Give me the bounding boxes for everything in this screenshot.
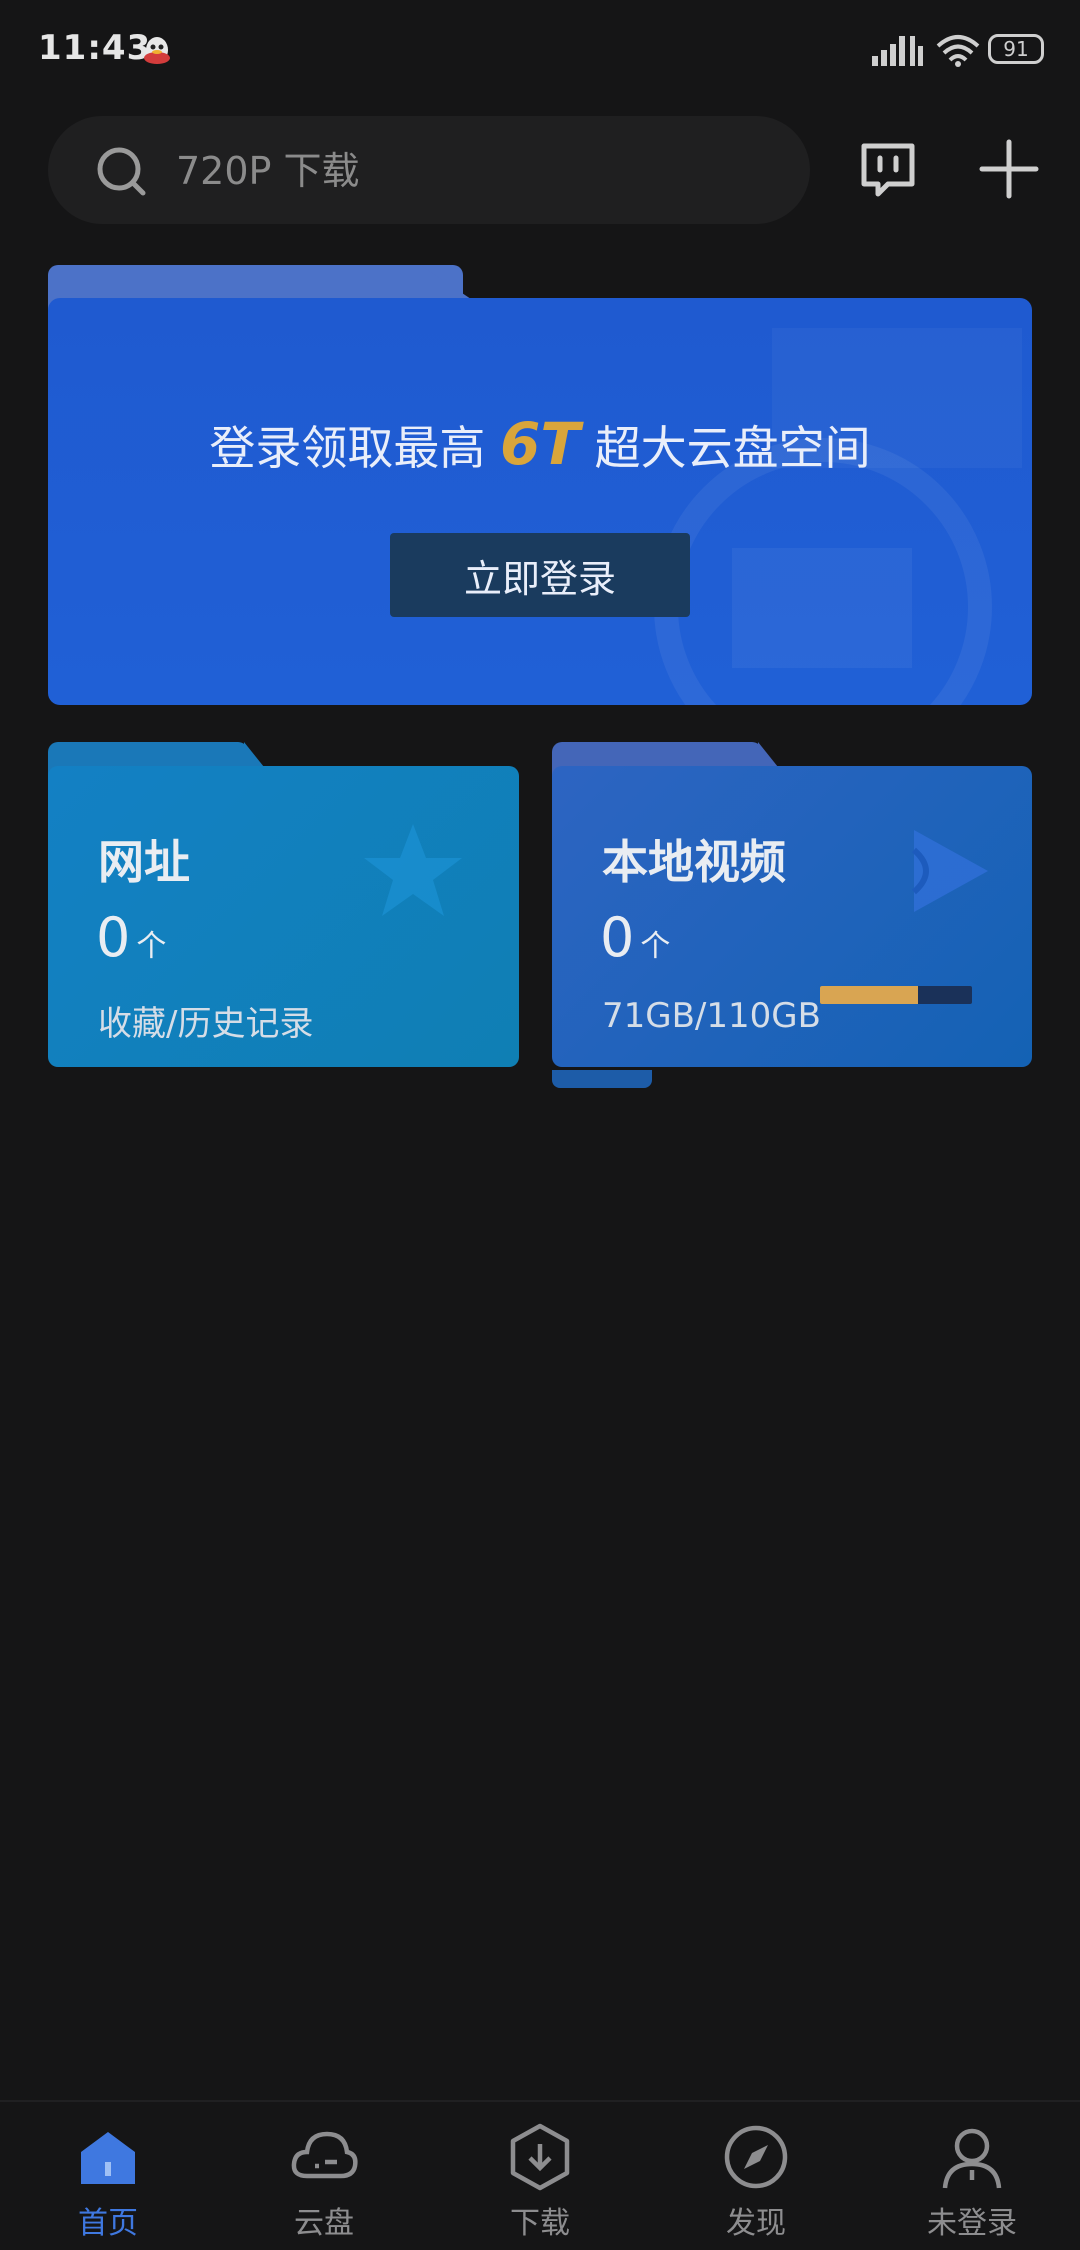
banner-title: 登录领取最高 6T 超大云盘空间 (48, 410, 1032, 478)
banner-decoration (732, 548, 912, 668)
nav-item-download[interactable]: 下载 (432, 2102, 648, 2250)
card-count: 0个 (600, 906, 670, 969)
nav-item-home[interactable]: 首页 (0, 2102, 216, 2250)
search-placeholder: 720P 下载 (176, 149, 360, 193)
count-value: 0 (600, 906, 635, 969)
count-unit: 个 (640, 929, 671, 964)
banner-title-highlight: 6T (500, 410, 580, 478)
storage-progress-bar (820, 986, 972, 1004)
nav-label: 首页 (78, 2206, 138, 2241)
download-icon (510, 2123, 570, 2191)
qq-icon (144, 37, 170, 64)
signal-icon (872, 36, 923, 66)
nav-label: 发现 (726, 2206, 786, 2241)
status-bar: 11:43 91 (0, 0, 1080, 100)
message-icon[interactable] (858, 140, 918, 200)
search-icon (97, 147, 146, 196)
card-body: 网址 0个 收藏/历史记录 (48, 766, 519, 1067)
count-value: 0 (96, 906, 131, 969)
storage-text: 71GB/110GB (602, 996, 821, 1036)
card-body: 本地视频 0个 71GB/110GB (552, 766, 1032, 1067)
wifi-icon (936, 35, 980, 67)
play-icon (911, 830, 988, 912)
card-title: 网址 (98, 835, 190, 889)
nav-label: 未登录 (927, 2206, 1017, 2241)
nav-label: 云盘 (294, 2206, 354, 2241)
battery-level: 91 (1003, 37, 1029, 61)
login-promo-banner: 登录领取最高 6T 超大云盘空间 立即登录 (48, 265, 1032, 705)
nav-item-cloud[interactable]: 云盘 (216, 2102, 432, 2250)
login-button[interactable]: 立即登录 (390, 533, 690, 617)
cloud-icon (291, 2131, 358, 2179)
nav-label: 下载 (510, 2206, 570, 2241)
card-footer-tab (552, 1070, 652, 1088)
card-subtitle: 收藏/历史记录 (98, 1004, 314, 1044)
plus-icon[interactable] (978, 138, 1040, 200)
search-bar[interactable]: 720P 下载 (48, 116, 810, 224)
bookmarks-card[interactable]: 网址 0个 收藏/历史记录 (48, 742, 519, 1067)
local-video-card[interactable]: 本地视频 0个 71GB/110GB (552, 742, 1032, 1067)
compass-icon (724, 2125, 788, 2189)
card-title: 本地视频 (602, 835, 786, 889)
star-icon (364, 824, 462, 916)
banner-title-after: 超大云盘空间 (594, 421, 871, 475)
nav-item-discover[interactable]: 发现 (648, 2102, 864, 2250)
user-icon (942, 2128, 1002, 2189)
banner-title-before: 登录领取最高 (209, 421, 486, 475)
nav-item-profile[interactable]: 未登录 (864, 2102, 1080, 2250)
card-count: 0个 (96, 906, 166, 969)
count-unit: 个 (136, 929, 167, 964)
home-icon (81, 2132, 135, 2184)
storage-progress-fill (820, 986, 919, 1004)
status-time: 11:43 (38, 28, 152, 68)
banner-body: 登录领取最高 6T 超大云盘空间 立即登录 (48, 298, 1032, 705)
bottom-navigation: 首页 云盘 下载 发现 未登录 (0, 2100, 1080, 2250)
battery-icon: 91 (988, 34, 1044, 64)
